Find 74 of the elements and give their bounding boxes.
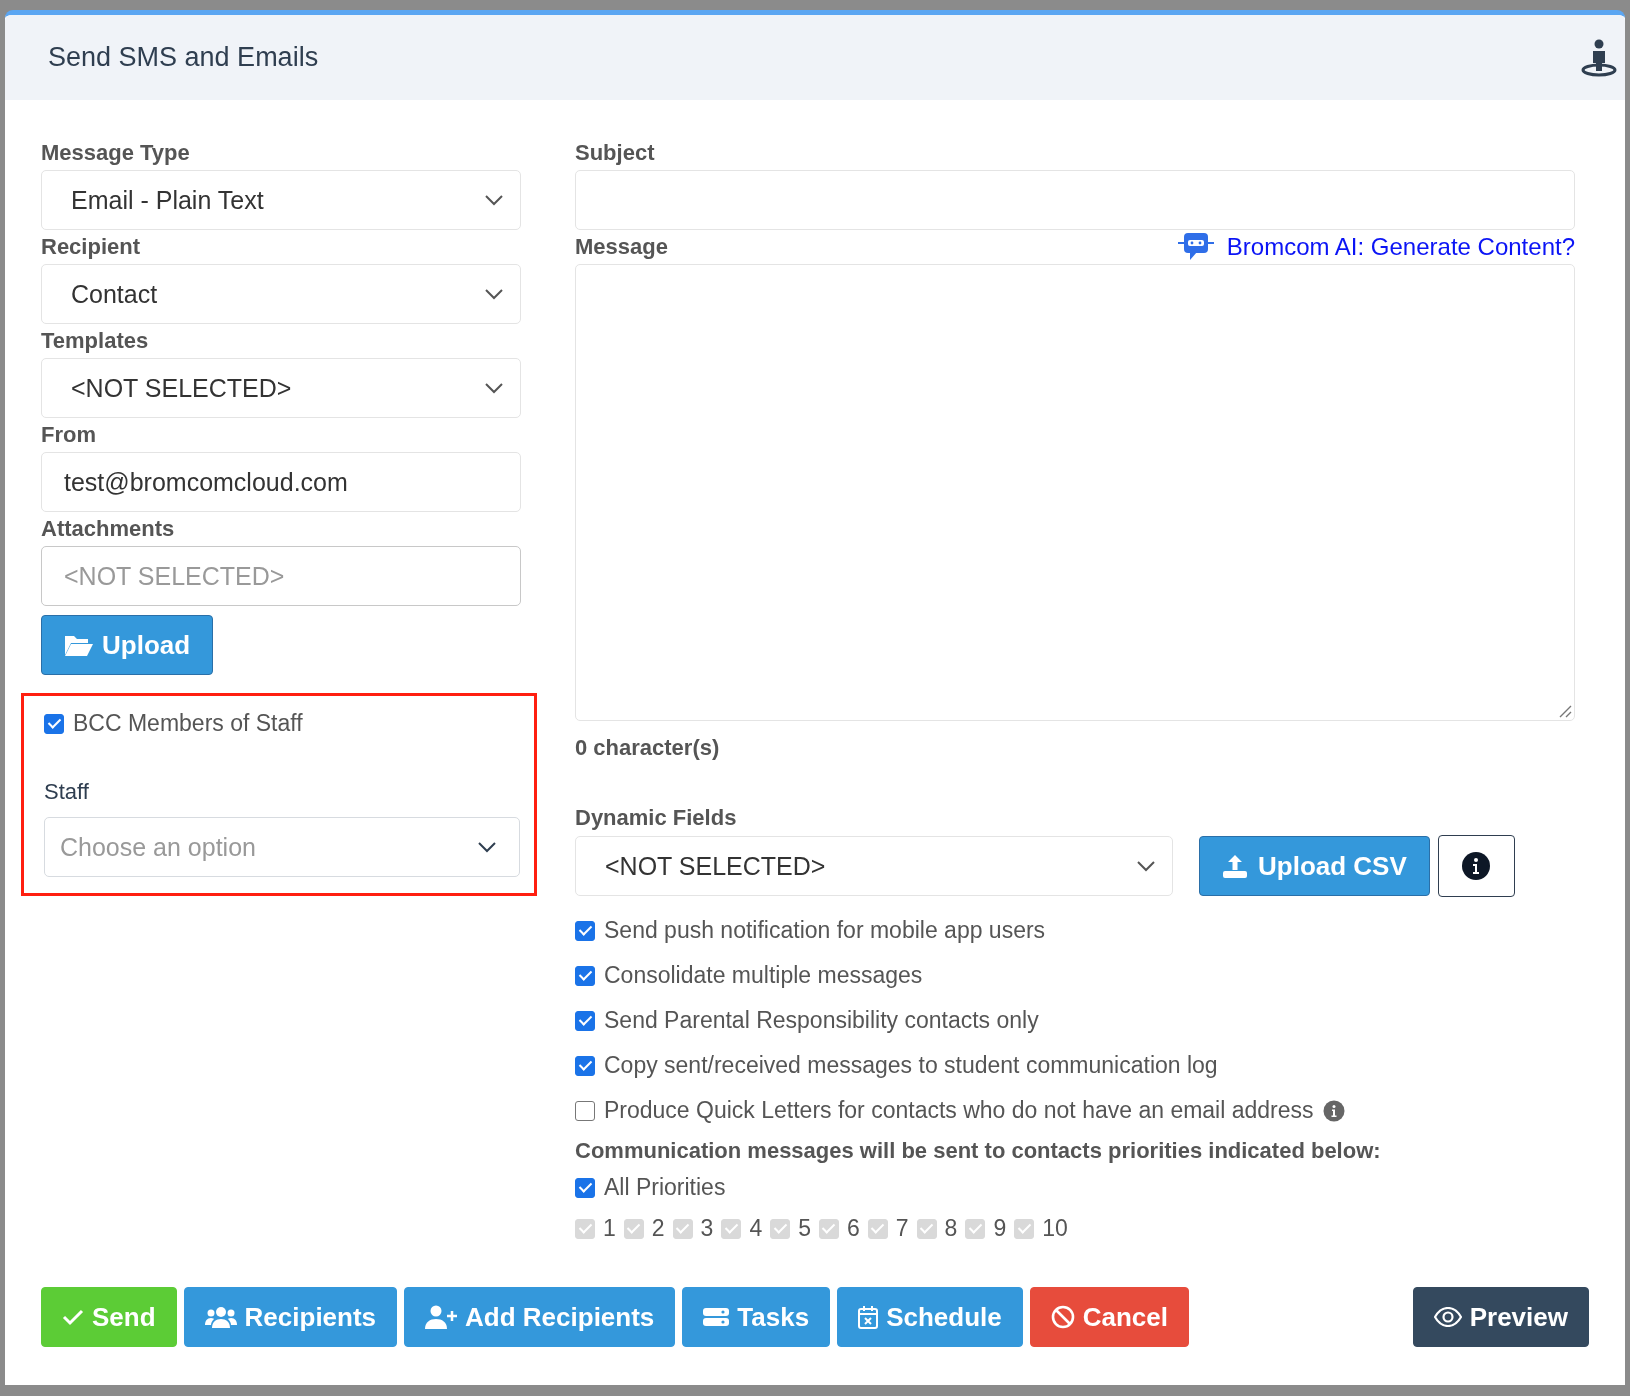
field-label: Dynamic Fields	[575, 804, 738, 832]
input-field[interactable]	[575, 170, 1575, 230]
priorities-note: Communication messages will be sent to contacts priorities indicated below:	[575, 1138, 1382, 1164]
field-label: Attachments	[41, 515, 176, 543]
checkbox-label: 2	[651, 1215, 665, 1242]
field-label: Recipient	[41, 233, 142, 261]
chevron-icon	[484, 194, 504, 206]
action-button[interactable]: Tasks	[682, 1287, 831, 1347]
ban-icon	[1050, 1305, 1075, 1329]
cancel-button[interactable]: Cancel	[1029, 1287, 1189, 1347]
checkbox[interactable]	[575, 1100, 595, 1121]
checkbox-label: Produce Quick Letters for contacts who do not have an email address	[604, 1097, 1314, 1124]
checkbox[interactable]	[575, 965, 595, 986]
checkbox[interactable]	[44, 713, 64, 734]
select-field[interactable]: Email - Plain Text	[41, 170, 521, 230]
field-label: Templates	[41, 327, 150, 355]
field-label: Staff	[44, 779, 90, 805]
chevron-icon	[1136, 860, 1156, 872]
checkbox-label: 8	[944, 1215, 958, 1242]
checkbox[interactable]	[575, 920, 595, 941]
select-field[interactable]: Contact	[41, 264, 521, 324]
checkbox-label: 5	[798, 1215, 811, 1242]
upload-button[interactable]: Upload	[41, 615, 214, 675]
action-button[interactable]: Recipients	[183, 1287, 398, 1347]
select-field[interactable]: <NOT SELECTED>	[41, 358, 521, 418]
tasks-icon	[703, 1307, 730, 1327]
checkbox[interactable]	[575, 1177, 595, 1198]
checkbox-label: All Priorities	[604, 1174, 726, 1201]
checkbox[interactable]	[575, 1010, 595, 1031]
checkbox-label: 1	[603, 1215, 616, 1242]
robot-chat-icon	[1176, 232, 1215, 262]
checkbox-label: 10	[1042, 1215, 1068, 1242]
info-icon[interactable]	[1322, 1099, 1345, 1122]
checkbox-label: Copy sent/received messages to student communication log	[604, 1052, 1218, 1079]
chevron-icon	[484, 288, 504, 300]
checkbox-label: Consolidate multiple messages	[604, 962, 923, 989]
select-field[interactable]: Choose an option	[44, 817, 520, 877]
select-field[interactable]: <NOT SELECTED>	[575, 836, 1173, 896]
resize-grip-icon[interactable]	[1558, 704, 1572, 718]
checkbox-label: 4	[749, 1215, 763, 1242]
dialog-title: Send SMS and Emails	[48, 42, 319, 73]
calendar-icon	[858, 1305, 879, 1329]
field-label: From	[41, 421, 97, 449]
check-icon	[62, 1308, 84, 1326]
checkbox-label: 9	[993, 1215, 1007, 1242]
checkbox-label: Send Parental Responsibility contacts only	[604, 1007, 1039, 1034]
input-field[interactable]: <NOT SELECTED>	[41, 546, 521, 606]
action-button[interactable]: Schedule	[837, 1287, 1023, 1347]
character-count: 0 character(s)	[575, 735, 721, 761]
users-icon	[204, 1306, 237, 1328]
action-button[interactable]: Add Recipients	[404, 1287, 676, 1347]
action-button[interactable]: Send	[41, 1287, 177, 1347]
field-label: Subject	[575, 139, 656, 167]
checkbox-label: Send push notification for mobile app users	[604, 917, 1046, 944]
info-icon	[1461, 851, 1492, 881]
checkbox[interactable]	[575, 1055, 595, 1076]
person-pin-icon[interactable]	[1581, 38, 1617, 77]
preview-button[interactable]: Preview	[1412, 1287, 1589, 1347]
checkbox-label: 3	[700, 1215, 714, 1242]
user-plus-icon	[425, 1305, 458, 1329]
input-field[interactable]: test@bromcomcloud.com	[41, 452, 521, 512]
checkbox-label: 6	[847, 1215, 860, 1242]
chevron-icon	[484, 382, 504, 394]
eye-icon	[1433, 1307, 1462, 1327]
chevron-icon	[477, 841, 497, 853]
field-label: Message	[575, 233, 668, 261]
field-label: Message Type	[41, 139, 191, 167]
checkbox-label: 7	[895, 1215, 909, 1242]
ai-link[interactable]: Bromcom AI: Generate Content?	[1176, 232, 1575, 264]
upload-csv-button[interactable]: Upload CSV	[1199, 836, 1430, 896]
folder-icon	[64, 633, 94, 657]
upload-icon	[1222, 853, 1248, 879]
checkbox-label: BCC Members of Staff	[73, 710, 303, 737]
info-button[interactable]	[1437, 835, 1515, 897]
